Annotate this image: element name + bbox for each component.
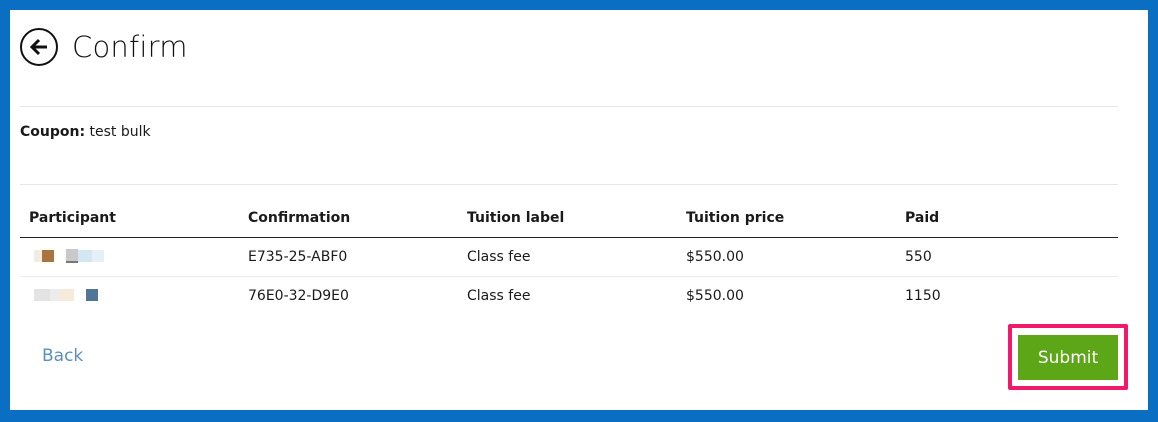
- back-arrow-icon[interactable]: [20, 28, 58, 66]
- redacted-participant-name: [29, 288, 98, 302]
- redacted-participant-name: [29, 248, 104, 263]
- table-row: 76E0-32-D9E0 Class fee $550.00 1150: [20, 277, 1118, 316]
- col-tuition-label: Tuition label: [458, 206, 677, 238]
- participant-cell: [20, 277, 239, 316]
- header-divider: [20, 106, 1118, 107]
- coupon-value: test bulk: [89, 124, 151, 140]
- tuition-price-cell: $550.00: [677, 237, 896, 277]
- col-confirmation: Confirmation: [239, 206, 458, 238]
- confirmation-cell: 76E0-32-D9E0: [248, 288, 349, 304]
- coupon-divider: [20, 184, 1118, 185]
- col-participant: Participant: [20, 206, 239, 238]
- submit-button[interactable]: Submit: [1018, 335, 1118, 380]
- coupon-label: Coupon:: [20, 124, 86, 140]
- coupon-line: Coupon: test bulk: [20, 124, 151, 140]
- col-paid: Paid: [896, 206, 1118, 238]
- paid-cell: 550: [896, 237, 1118, 277]
- tuition-label-cell: Class fee: [458, 237, 677, 277]
- participant-cell: [20, 237, 239, 277]
- tuition-price-cell: $550.00: [686, 288, 744, 304]
- back-link[interactable]: Back: [42, 346, 83, 366]
- table-row: E735-25-ABF0 Class fee $550.00 550: [20, 237, 1118, 277]
- page-title: Confirm: [72, 30, 188, 64]
- page-header: Confirm: [20, 28, 188, 66]
- paid-cell: 1150: [905, 288, 941, 304]
- confirmation-cell: E735-25-ABF0: [239, 237, 458, 277]
- participants-table: Participant Confirmation Tuition label T…: [20, 206, 1118, 315]
- tuition-label-cell: Class fee: [467, 288, 531, 304]
- col-tuition-price: Tuition price: [677, 206, 896, 238]
- table-header-row: Participant Confirmation Tuition label T…: [20, 206, 1118, 238]
